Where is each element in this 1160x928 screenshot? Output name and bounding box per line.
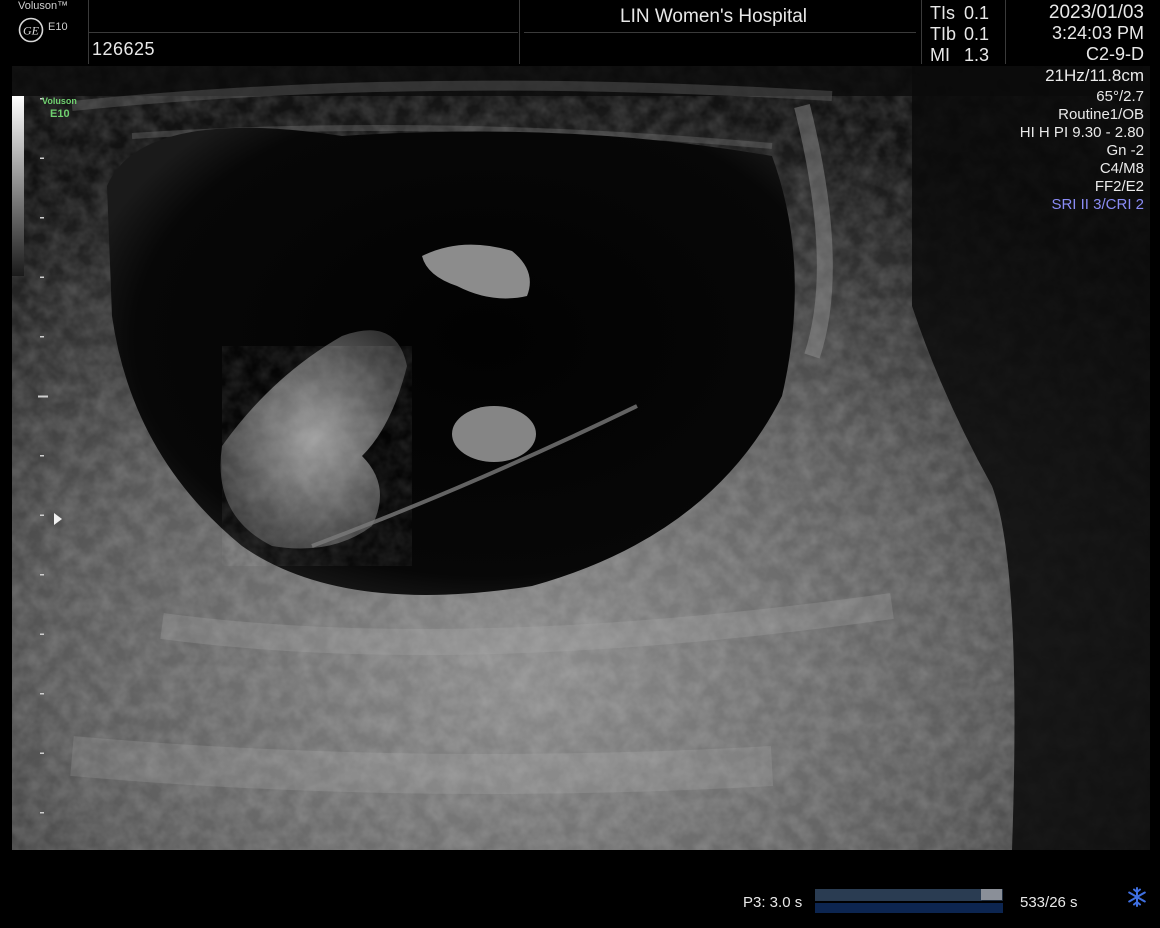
depth-tick xyxy=(40,633,44,635)
thermal-index-bone: TIb 0.1 xyxy=(930,24,1000,45)
brand-model: E10 xyxy=(48,21,68,33)
gain-value: Gn -2 xyxy=(1106,142,1144,159)
index-label: MI xyxy=(930,45,950,65)
index-label: TIb xyxy=(930,24,957,44)
depth-tick xyxy=(40,336,44,338)
filter-setting: FF2/E2 xyxy=(1094,178,1144,195)
cine-label: P3: 3.0 s xyxy=(743,894,803,911)
harmonic-setting: HI H PI 9.30 - 2.80 xyxy=(1019,124,1144,141)
header-divider xyxy=(524,32,916,33)
depth-tick xyxy=(40,217,44,219)
index-value: 0.1 xyxy=(964,3,990,23)
preset: Routine1/OB xyxy=(1058,106,1144,123)
hospital-name: LIN Women's Hospital xyxy=(620,6,808,27)
cine-buffer-bar xyxy=(815,903,1003,913)
scan-overlay-brand: Voluson xyxy=(42,96,77,106)
index-value: 0.1 xyxy=(964,24,990,44)
brand-name: Voluson™ xyxy=(18,0,69,12)
svg-text:GE: GE xyxy=(23,24,40,38)
exam-date: 2023/01/03 xyxy=(1048,2,1144,23)
grayscale-bar xyxy=(12,96,24,276)
depth-tick xyxy=(40,157,44,159)
cine-progress xyxy=(815,889,983,901)
cine-slider[interactable] xyxy=(815,889,1003,901)
depth-scale xyxy=(38,98,48,814)
depth-tick xyxy=(40,752,44,754)
thermal-index-soft-tissue: TIs 0.1 xyxy=(930,3,1000,24)
frame-count: 533/26 s xyxy=(1020,894,1078,911)
probe-name: C2-9-D xyxy=(1085,44,1144,64)
depth-tick xyxy=(40,812,44,814)
depth-tick xyxy=(40,455,44,457)
header-divider xyxy=(88,32,518,33)
sector-angle: 65°/2.7 xyxy=(1096,88,1144,105)
header-divider xyxy=(1005,0,1006,64)
index-label: TIs xyxy=(930,3,955,23)
ge-logo-icon: GE xyxy=(18,17,44,43)
freeze-icon[interactable] xyxy=(1126,886,1148,908)
depth-tick xyxy=(38,395,48,398)
exam-time: 3:24:03 PM xyxy=(1051,23,1144,43)
depth-tick xyxy=(40,574,44,576)
sri-setting: SRI II 3/CRI 2 xyxy=(1051,196,1144,213)
ultrasound-image[interactable] xyxy=(12,66,1150,850)
header-divider xyxy=(519,0,520,64)
depth-tick xyxy=(40,514,44,516)
frame-rate-depth: 21Hz/11.8cm xyxy=(1045,66,1144,85)
index-value: 1.3 xyxy=(964,45,990,65)
focus-marker-icon[interactable] xyxy=(52,512,64,526)
map-setting: C4/M8 xyxy=(1099,160,1144,177)
mechanical-index: MI 1.3 xyxy=(930,45,1000,66)
depth-tick xyxy=(40,276,44,278)
scan-overlay-model: E10 xyxy=(50,108,70,120)
patient-id: 126625 xyxy=(92,39,156,59)
header-divider xyxy=(921,0,922,64)
depth-tick xyxy=(40,693,44,695)
cine-handle[interactable] xyxy=(981,889,1002,900)
